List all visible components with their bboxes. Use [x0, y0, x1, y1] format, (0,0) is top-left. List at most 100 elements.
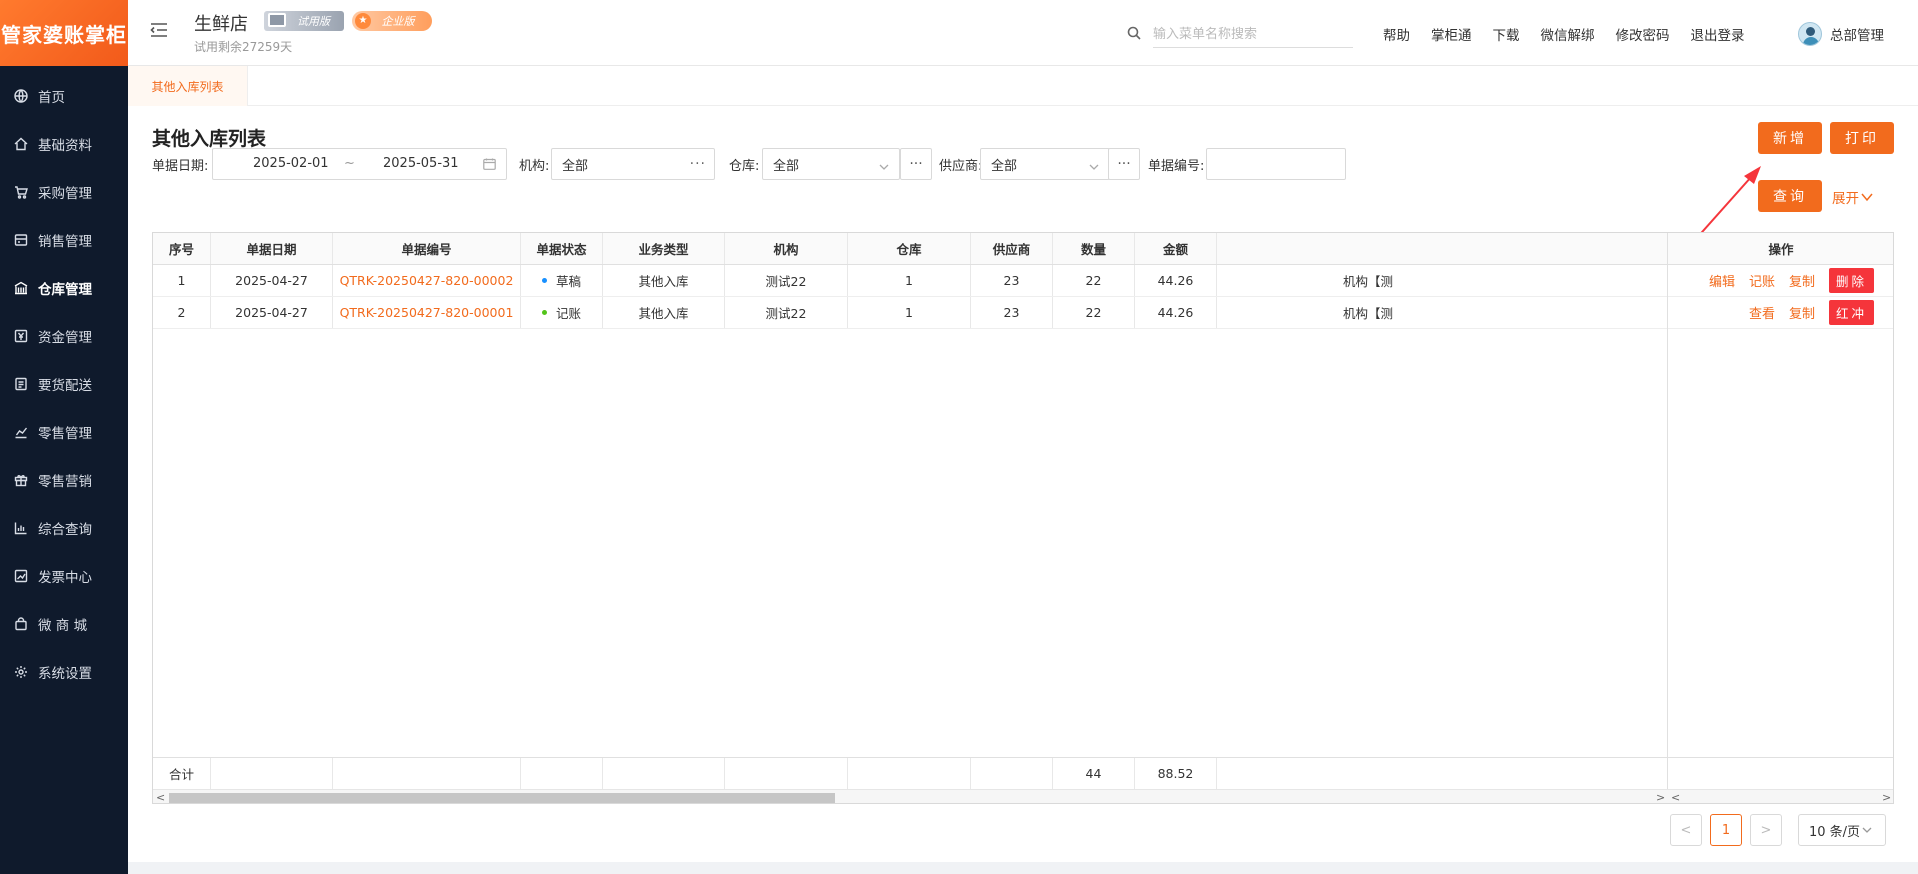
sidebar-item-sales[interactable]: 销售管理 [0, 216, 128, 264]
date-end[interactable]: 2025-05-31 [383, 156, 459, 171]
zhanggui-link[interactable]: 掌柜通 [1431, 24, 1472, 44]
horizontal-scrollbar[interactable]: < > < > [153, 789, 1893, 803]
bar-chart-icon [14, 521, 28, 535]
scroll-left-icon[interactable]: < [1671, 791, 1680, 803]
sidebar-item-mall[interactable]: 微 商 城 [0, 600, 128, 648]
doc-no-link[interactable]: QTRK-20250427-820-00001 [333, 297, 521, 328]
page-size-select[interactable]: 10 条/页 [1798, 814, 1886, 846]
tab-bar: 其他入库列表 [128, 66, 1918, 106]
app-logo[interactable]: 管家婆账掌柜 [0, 0, 128, 66]
trial-remaining: 试用剩余27259天 [194, 40, 293, 54]
edit-button[interactable]: 编辑 [1709, 271, 1735, 290]
sidebar-item-retail[interactable]: 零售管理 [0, 408, 128, 456]
scrollbar-thumb[interactable] [169, 793, 835, 803]
copy-button[interactable]: 复制 [1789, 303, 1815, 322]
supplier-select[interactable]: 全部 [980, 148, 1110, 180]
download-link[interactable]: 下载 [1493, 24, 1520, 44]
date-start[interactable]: 2025-02-01 [253, 156, 329, 171]
row-actions: 编辑 记账 复制 删除 [1668, 265, 1893, 297]
inbound-table: 序号 单据日期 单据编号 单据状态 业务类型 机构 仓库 供应商 数量 金额 1… [152, 232, 1894, 804]
cart-icon [14, 185, 28, 199]
copy-button[interactable]: 复制 [1789, 271, 1815, 290]
sidebar-item-settings[interactable]: 系统设置 [0, 648, 128, 696]
next-page-button[interactable]: > [1750, 814, 1782, 846]
org-select[interactable]: 全部 ··· [551, 148, 715, 180]
supplier-more-button[interactable]: ··· [1108, 148, 1140, 180]
column-header[interactable]: 单据编号 [333, 233, 521, 264]
sidebar-item-label: 基础资料 [38, 138, 92, 154]
more-icon[interactable]: ··· [690, 156, 706, 172]
menu-search-input[interactable] [1153, 20, 1353, 48]
sidebar-item-distribution[interactable]: 要货配送 [0, 360, 128, 408]
monitor-icon [268, 13, 286, 27]
cell-remark: 机构【测 [1342, 274, 1393, 289]
cell-qty: 22 [1053, 265, 1135, 296]
operations-column: 操作 编辑 记账 复制 删除 查看 复制 红冲 [1667, 233, 1893, 803]
column-header[interactable]: 单据日期 [211, 233, 333, 264]
column-header[interactable]: 数量 [1053, 233, 1135, 264]
page-1-button[interactable]: 1 [1710, 814, 1742, 846]
print-button[interactable]: 打印 [1830, 122, 1894, 154]
chevron-down-icon [879, 160, 889, 170]
reverse-button[interactable]: 红冲 [1828, 300, 1874, 325]
sidebar-item-funds[interactable]: 资金管理 [0, 312, 128, 360]
table-row[interactable]: 2 2025-04-27 QTRK-20250427-820-00001 记账 … [153, 297, 1893, 329]
column-header[interactable]: 机构 [725, 233, 848, 264]
sidebar-item-warehouse[interactable]: 仓库管理 [0, 264, 128, 312]
sidebar-item-basic-data[interactable]: 基础资料 [0, 120, 128, 168]
gift-icon [14, 473, 28, 487]
warehouse-select[interactable]: 全部 [762, 148, 900, 180]
store-name: 生鲜店 [194, 14, 248, 35]
cell-empty [211, 758, 333, 789]
status-dot [541, 310, 547, 315]
column-header[interactable]: 业务类型 [603, 233, 725, 264]
warehouse-more-button[interactable]: ··· [900, 148, 932, 180]
column-header[interactable]: 金额 [1135, 233, 1217, 264]
change-password-link[interactable]: 修改密码 [1616, 24, 1670, 44]
search-icon[interactable] [1127, 26, 1141, 40]
column-header[interactable]: 序号 [153, 233, 211, 264]
user-name: 总部管理 [1830, 28, 1884, 44]
column-header[interactable] [1217, 233, 1393, 264]
post-button[interactable]: 记账 [1749, 271, 1775, 290]
register-icon [14, 233, 28, 247]
query-button[interactable]: 查询 [1758, 180, 1822, 212]
view-button[interactable]: 查看 [1749, 303, 1775, 322]
cell-status: 记账 [521, 297, 603, 328]
sidebar-menu: 首页 基础资料 采购管理 销售管理 仓库管理 资金管理 要货配送 零售管理 零售… [0, 72, 128, 696]
cell-supplier: 23 [971, 297, 1053, 328]
scroll-right-icon[interactable]: > [1882, 791, 1891, 803]
expand-toggle[interactable]: 展开 [1832, 187, 1873, 207]
status-label: 记账 [555, 306, 581, 321]
delete-button[interactable]: 删除 [1828, 268, 1874, 293]
doc-no-link[interactable]: QTRK-20250427-820-00002 [333, 265, 521, 296]
sidebar-item-query[interactable]: 综合查询 [0, 504, 128, 552]
table-row[interactable]: 1 2025-04-27 QTRK-20250427-820-00002 草稿 … [153, 265, 1893, 297]
cell-empty [333, 758, 521, 789]
menu-toggle-icon[interactable] [150, 22, 168, 38]
user-menu[interactable]: 总部管理 [1798, 22, 1884, 46]
help-link[interactable]: 帮助 [1383, 24, 1410, 44]
sidebar-item-purchase[interactable]: 采购管理 [0, 168, 128, 216]
cell-qty: 22 [1053, 297, 1135, 328]
sidebar-item-label: 销售管理 [38, 234, 92, 250]
warehouse-value: 全部 [773, 158, 800, 174]
table-footer: 合计 44 88.52 [153, 757, 1893, 789]
logout-link[interactable]: 退出登录 [1691, 24, 1745, 44]
scroll-right-icon[interactable]: > [1656, 791, 1665, 803]
sidebar-item-invoice[interactable]: 发票中心 [0, 552, 128, 600]
scroll-left-icon[interactable]: < [156, 791, 165, 803]
wechat-unbind-link[interactable]: 微信解绑 [1541, 24, 1595, 44]
docno-input[interactable] [1206, 148, 1346, 180]
column-header[interactable]: 供应商 [971, 233, 1053, 264]
column-header[interactable]: 单据状态 [521, 233, 603, 264]
column-header[interactable]: 仓库 [848, 233, 971, 264]
prev-page-button[interactable]: < [1670, 814, 1702, 846]
sidebar-item-marketing[interactable]: 零售营销 [0, 456, 128, 504]
calendar-icon[interactable] [483, 158, 496, 170]
cell-warehouse: 1 [848, 297, 971, 328]
date-range-picker[interactable]: 2025-02-01 ~ 2025-05-31 [212, 148, 507, 180]
sidebar-item-home[interactable]: 首页 [0, 72, 128, 120]
tab-other-inbound-list[interactable]: 其他入库列表 [128, 66, 248, 106]
cell-index: 2 [153, 297, 211, 328]
